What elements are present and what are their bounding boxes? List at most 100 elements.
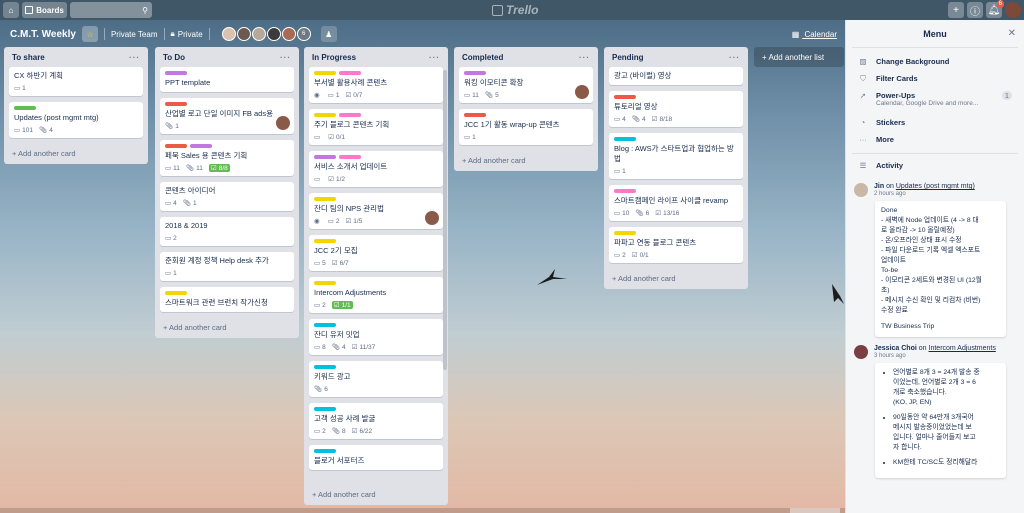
card[interactable]: 스마트캠페인 라이프 사이클 revamp ▭ 10 📎︎ 6 ☑ 13/16 xyxy=(609,185,743,221)
member-avatar[interactable] xyxy=(281,27,296,41)
card-label[interactable] xyxy=(314,449,336,453)
card[interactable]: 파파고 연동 블로그 콘텐츠 ▭ 2 ☑ 0/1 xyxy=(609,227,743,263)
card-label[interactable] xyxy=(314,365,336,369)
search-input[interactable]: ⚲ xyxy=(70,2,152,18)
list-title[interactable]: Pending xyxy=(612,53,644,62)
card-label[interactable] xyxy=(14,106,36,110)
activity-avatar[interactable] xyxy=(854,183,868,197)
card-label[interactable] xyxy=(339,71,361,75)
card[interactable]: 블로거 서포터즈 xyxy=(309,445,443,470)
list-header[interactable]: To Do ··· xyxy=(160,47,294,67)
list-header[interactable]: Pending ··· xyxy=(609,47,743,67)
card-label[interactable] xyxy=(165,291,187,295)
list-title[interactable]: To share xyxy=(12,53,45,62)
visibility-label[interactable]: Private xyxy=(178,30,203,39)
activity-user[interactable]: Jin xyxy=(874,183,884,190)
card-label[interactable] xyxy=(614,137,636,141)
card-label[interactable] xyxy=(464,113,486,117)
activity-user[interactable]: Jessica Choi xyxy=(874,345,917,352)
add-list-button[interactable]: + Add another list xyxy=(754,47,844,67)
card-label[interactable] xyxy=(314,239,336,243)
card-label[interactable] xyxy=(165,144,187,148)
list-header[interactable]: In Progress ··· xyxy=(309,47,443,67)
member-avatar[interactable] xyxy=(266,27,281,41)
card-member-avatar[interactable] xyxy=(276,116,290,130)
star-button[interactable]: ☆ xyxy=(81,26,98,42)
list-scrollbar[interactable] xyxy=(443,70,447,370)
menu-item[interactable]: ··· More xyxy=(846,132,1024,149)
activity-card-link[interactable]: Intercom Adjustments xyxy=(929,345,996,352)
card-label[interactable] xyxy=(314,71,336,75)
list-title[interactable]: To Do xyxy=(163,53,185,62)
card[interactable]: 부서별 활용사례 콘텐츠 ◉ ▭ 1 ☑ 0/7 xyxy=(309,67,443,103)
card[interactable]: 콘텐츠 아이디어 ▭ 4 📎︎ 1 xyxy=(160,182,294,211)
activity-time[interactable]: 3 hours ago xyxy=(874,353,996,359)
list-header[interactable]: Completed ··· xyxy=(459,47,593,67)
list-menu-icon[interactable]: ··· xyxy=(579,53,590,62)
user-avatar[interactable] xyxy=(1005,2,1021,18)
card[interactable]: 워킹 이모티콘 확장 ▭ 11 📎︎ 5 xyxy=(459,67,593,103)
card[interactable]: PPT template xyxy=(160,67,294,92)
add-card-button[interactable]: + Add another card xyxy=(309,485,443,505)
add-card-button[interactable]: + Add another card xyxy=(609,269,743,289)
card-label[interactable] xyxy=(464,71,486,75)
card[interactable]: 페북 Sales 용 콘텐츠 기획 ▭ 11 📎︎ 11 ☑ 8/8 xyxy=(160,140,294,176)
card[interactable]: 키워드 광고 📎︎ 6 xyxy=(309,361,443,397)
menu-item[interactable]: ➚ Power-Ups Calendar, Google Drive and m… xyxy=(846,88,1024,115)
card[interactable]: 광고 (바이럴) 영상 xyxy=(609,67,743,85)
activity-time[interactable]: 2 hours ago xyxy=(874,191,975,197)
card[interactable]: Blog : AWS가 스타트업과 협업하는 방법 ▭ 1 xyxy=(609,133,743,179)
card[interactable]: 서비스 소개서 업데이트 ▭ ☑ 1/2 xyxy=(309,151,443,187)
card-label[interactable] xyxy=(614,231,636,235)
card[interactable]: 산업별 로고 단일 이미지 FB ads용 📎︎ 1 xyxy=(160,98,294,134)
card-label[interactable] xyxy=(314,281,336,285)
card-label[interactable] xyxy=(314,113,336,117)
card-label[interactable] xyxy=(339,113,361,117)
card-label[interactable] xyxy=(614,189,636,193)
card-label[interactable] xyxy=(314,197,336,201)
member-avatar[interactable] xyxy=(251,27,266,41)
list-menu-icon[interactable]: ··· xyxy=(129,53,140,62)
card-label[interactable] xyxy=(614,95,636,99)
card[interactable]: CX 하반기 계획 ▭ 1 xyxy=(9,67,143,96)
scrollbar-thumb[interactable] xyxy=(790,508,840,513)
list-menu-icon[interactable]: ··· xyxy=(280,53,291,62)
list-menu-icon[interactable]: ··· xyxy=(429,53,440,62)
board-scrollbar[interactable] xyxy=(0,508,845,513)
list-title[interactable]: In Progress xyxy=(312,53,356,62)
card[interactable]: 준회원 계정 정책 Help desk 추가 ▭ 1 xyxy=(160,252,294,281)
list-menu-icon[interactable]: ··· xyxy=(729,53,740,62)
boards-button[interactable]: Boards xyxy=(22,2,67,18)
card[interactable]: 잔디 유저 밋업 ▭ 8 📎︎ 4 ☑ 11/37 xyxy=(309,319,443,355)
add-card-button[interactable]: + Add another card xyxy=(160,318,294,338)
menu-item[interactable]: ◔ Stickers xyxy=(846,115,1024,132)
card[interactable]: JCC 1기 활동 wrap-up 콘텐츠 ▭ 1 xyxy=(459,109,593,145)
card-member-avatar[interactable] xyxy=(425,211,439,225)
activity-card-link[interactable]: Updates (post mgmt mtg) xyxy=(896,183,975,190)
list-header[interactable]: To share ··· xyxy=(9,47,143,67)
card-label[interactable] xyxy=(165,102,187,106)
card[interactable]: 고객 성공 사례 발굴 ▭ 2 📎︎ 8 ☑ 6/22 xyxy=(309,403,443,439)
card[interactable]: 2018 & 2019 ▭ 2 xyxy=(160,217,294,246)
info-button[interactable]: ⓘ xyxy=(967,2,983,18)
card-label[interactable] xyxy=(165,71,187,75)
add-card-button[interactable]: + Add another card xyxy=(459,151,593,171)
member-count[interactable]: 6 xyxy=(296,27,311,41)
card-label[interactable] xyxy=(339,155,361,159)
member-avatar[interactable] xyxy=(221,27,236,41)
create-button[interactable]: + xyxy=(948,2,964,18)
trello-logo[interactable]: Trello xyxy=(492,3,538,17)
menu-item[interactable]: ▨ Change Background xyxy=(846,54,1024,71)
card[interactable]: 잔디 팀의 NPS 관리법 ◉ ▭ 2 ☑ 1/5 xyxy=(309,193,443,229)
card-member-avatar[interactable] xyxy=(575,85,589,99)
card[interactable]: JCC 2기 모집 ▭ 5 ☑ 6/7 xyxy=(309,235,443,271)
card[interactable]: Intercom Adjustments ▭ 2 ☑ 1/1 xyxy=(309,277,443,313)
card-label[interactable] xyxy=(190,144,212,148)
member-avatar[interactable] xyxy=(236,27,251,41)
card[interactable]: 튜토리얼 영상 ▭ 4 📎︎ 4 ☑ 8/18 xyxy=(609,91,743,127)
activity-avatar[interactable] xyxy=(854,345,868,359)
list-title[interactable]: Completed xyxy=(462,53,503,62)
card-label[interactable] xyxy=(314,407,336,411)
card-label[interactable] xyxy=(314,155,336,159)
add-card-button[interactable]: + Add another card xyxy=(9,144,143,164)
